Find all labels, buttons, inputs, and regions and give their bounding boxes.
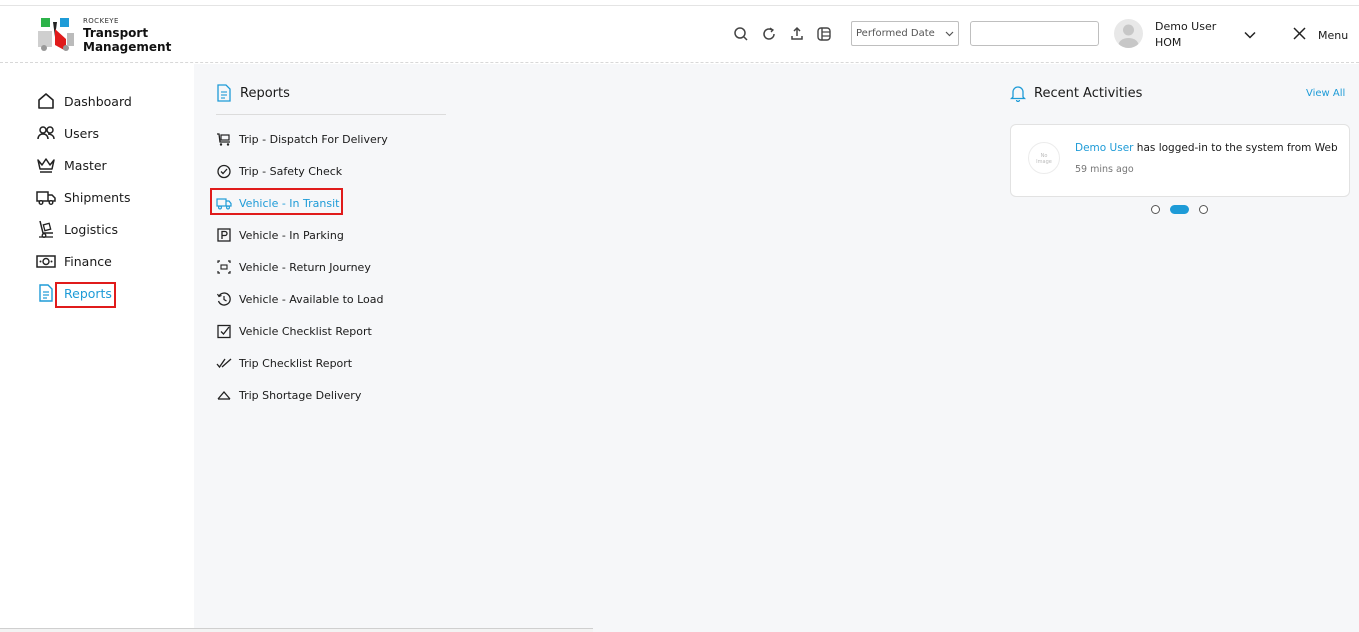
sidebar-item-label: Users — [64, 125, 100, 141]
sidebar-item-label: Dashboard — [64, 93, 132, 109]
brand-logo — [36, 17, 76, 53]
recent-activities-title: Recent Activities — [1034, 85, 1143, 101]
vehicle-in-transit-highlight-box — [210, 188, 343, 215]
money-icon — [36, 251, 56, 271]
report-item-trip-dispatch[interactable]: Trip - Dispatch For Delivery — [216, 129, 388, 149]
activity-user-link[interactable]: Demo User — [1075, 142, 1133, 154]
user-role: HOM — [1155, 36, 1182, 49]
truck-icon — [36, 187, 56, 207]
report-item-trip-shortage[interactable]: Trip Shortage Delivery — [216, 385, 361, 405]
return-icon — [216, 259, 232, 275]
sidebar-item-master[interactable]: Master — [36, 153, 107, 177]
refresh-icon[interactable] — [761, 26, 777, 42]
carousel-dot[interactable] — [1151, 205, 1160, 214]
report-item-label: Vehicle - Return Journey — [239, 260, 371, 274]
reports-highlight-box — [55, 282, 116, 308]
report-item-label: Vehicle - Available to Load — [239, 292, 384, 306]
checkbox-icon — [216, 323, 232, 339]
document-icon — [36, 283, 56, 303]
chevron-down-icon — [945, 29, 954, 38]
layout-icon[interactable] — [816, 26, 832, 42]
users-icon — [36, 123, 56, 143]
sidebar-item-label: Shipments — [64, 189, 131, 205]
report-item-vehicle-available[interactable]: Vehicle - Available to Load — [216, 289, 384, 309]
view-all-link[interactable]: View All — [1306, 88, 1345, 99]
report-item-vehicle-in-parking[interactable]: Vehicle - In Parking — [216, 225, 344, 245]
chevron-down-icon[interactable] — [1243, 27, 1257, 41]
reports-title: Reports — [240, 85, 290, 101]
menu-button[interactable]: Menu — [1318, 29, 1348, 42]
sidebar-item-finance[interactable]: Finance — [36, 249, 112, 273]
report-item-trip-checklist[interactable]: Trip Checklist Report — [216, 353, 352, 373]
horizontal-scrollbar[interactable] — [0, 628, 593, 632]
main-content: Reports Trip - Dispatch For Delivery Tri… — [194, 64, 1359, 632]
avatar[interactable] — [1114, 19, 1143, 48]
divider — [216, 114, 446, 115]
home-icon — [36, 91, 56, 111]
performed-date-value: Performed Date — [856, 28, 935, 39]
sidebar-item-dashboard[interactable]: Dashboard — [36, 89, 132, 113]
report-item-label: Vehicle Checklist Report — [239, 324, 372, 338]
sidebar-item-logistics[interactable]: Logistics — [36, 217, 118, 241]
brand-title: Transport Management — [83, 26, 171, 54]
check-circle-icon — [216, 163, 232, 179]
report-item-trip-safety-check[interactable]: Trip - Safety Check — [216, 161, 342, 181]
sidebar: Dashboard Users Master Shipments Logisti… — [0, 64, 194, 632]
no-image-text: Image — [1036, 159, 1052, 165]
recent-activities-header: Recent Activities — [1010, 84, 1142, 102]
activity-message: Demo User has logged-in to the system fr… — [1075, 142, 1338, 154]
hand-truck-icon — [36, 219, 56, 239]
document-icon — [216, 84, 232, 102]
report-item-label: Vehicle - In Parking — [239, 228, 344, 242]
double-check-icon — [216, 355, 232, 371]
report-item-label: Trip - Safety Check — [239, 164, 343, 178]
history-icon — [216, 291, 232, 307]
report-item-label: Trip - Dispatch For Delivery — [239, 132, 388, 146]
sidebar-item-label: Logistics — [64, 221, 119, 237]
sidebar-item-shipments[interactable]: Shipments — [36, 185, 130, 209]
crown-icon — [36, 155, 56, 175]
report-item-label: Trip Shortage Delivery — [239, 388, 362, 402]
bell-icon — [1010, 84, 1026, 102]
report-item-label: Trip Checklist Report — [239, 356, 353, 370]
close-icon[interactable] — [1292, 26, 1307, 41]
activity-card: No Image Demo User has logged-in to the … — [1010, 124, 1350, 197]
brand-name-small: ROCKEYE — [83, 17, 119, 25]
sidebar-item-label: Master — [64, 157, 107, 173]
carousel-dot[interactable] — [1199, 205, 1208, 214]
brand-title-line2: Management — [83, 40, 172, 54]
header: ROCKEYE Transport Management Performed D… — [0, 6, 1359, 63]
upload-icon[interactable] — [789, 26, 805, 42]
user-name: Demo User — [1155, 20, 1217, 33]
activity-time: 59 mins ago — [1075, 164, 1134, 175]
sidebar-item-label: Finance — [64, 253, 112, 269]
carousel-dot-active[interactable] — [1170, 205, 1189, 214]
parking-icon — [216, 227, 232, 243]
triangle-icon — [216, 387, 232, 403]
activity-message-text: has logged-in to the system from Web — [1133, 142, 1338, 154]
sidebar-item-users[interactable]: Users — [36, 121, 99, 145]
cart-icon — [216, 131, 232, 147]
report-item-vehicle-return-journey[interactable]: Vehicle - Return Journey — [216, 257, 371, 277]
date-input-field[interactable] — [970, 21, 1099, 46]
performed-date-select[interactable]: Performed Date — [851, 21, 959, 46]
activity-avatar: No Image — [1028, 142, 1060, 174]
report-item-vehicle-checklist[interactable]: Vehicle Checklist Report — [216, 321, 372, 341]
search-icon[interactable] — [733, 26, 749, 42]
brand-title-line1: Transport — [83, 26, 149, 40]
reports-header: Reports — [216, 84, 290, 102]
